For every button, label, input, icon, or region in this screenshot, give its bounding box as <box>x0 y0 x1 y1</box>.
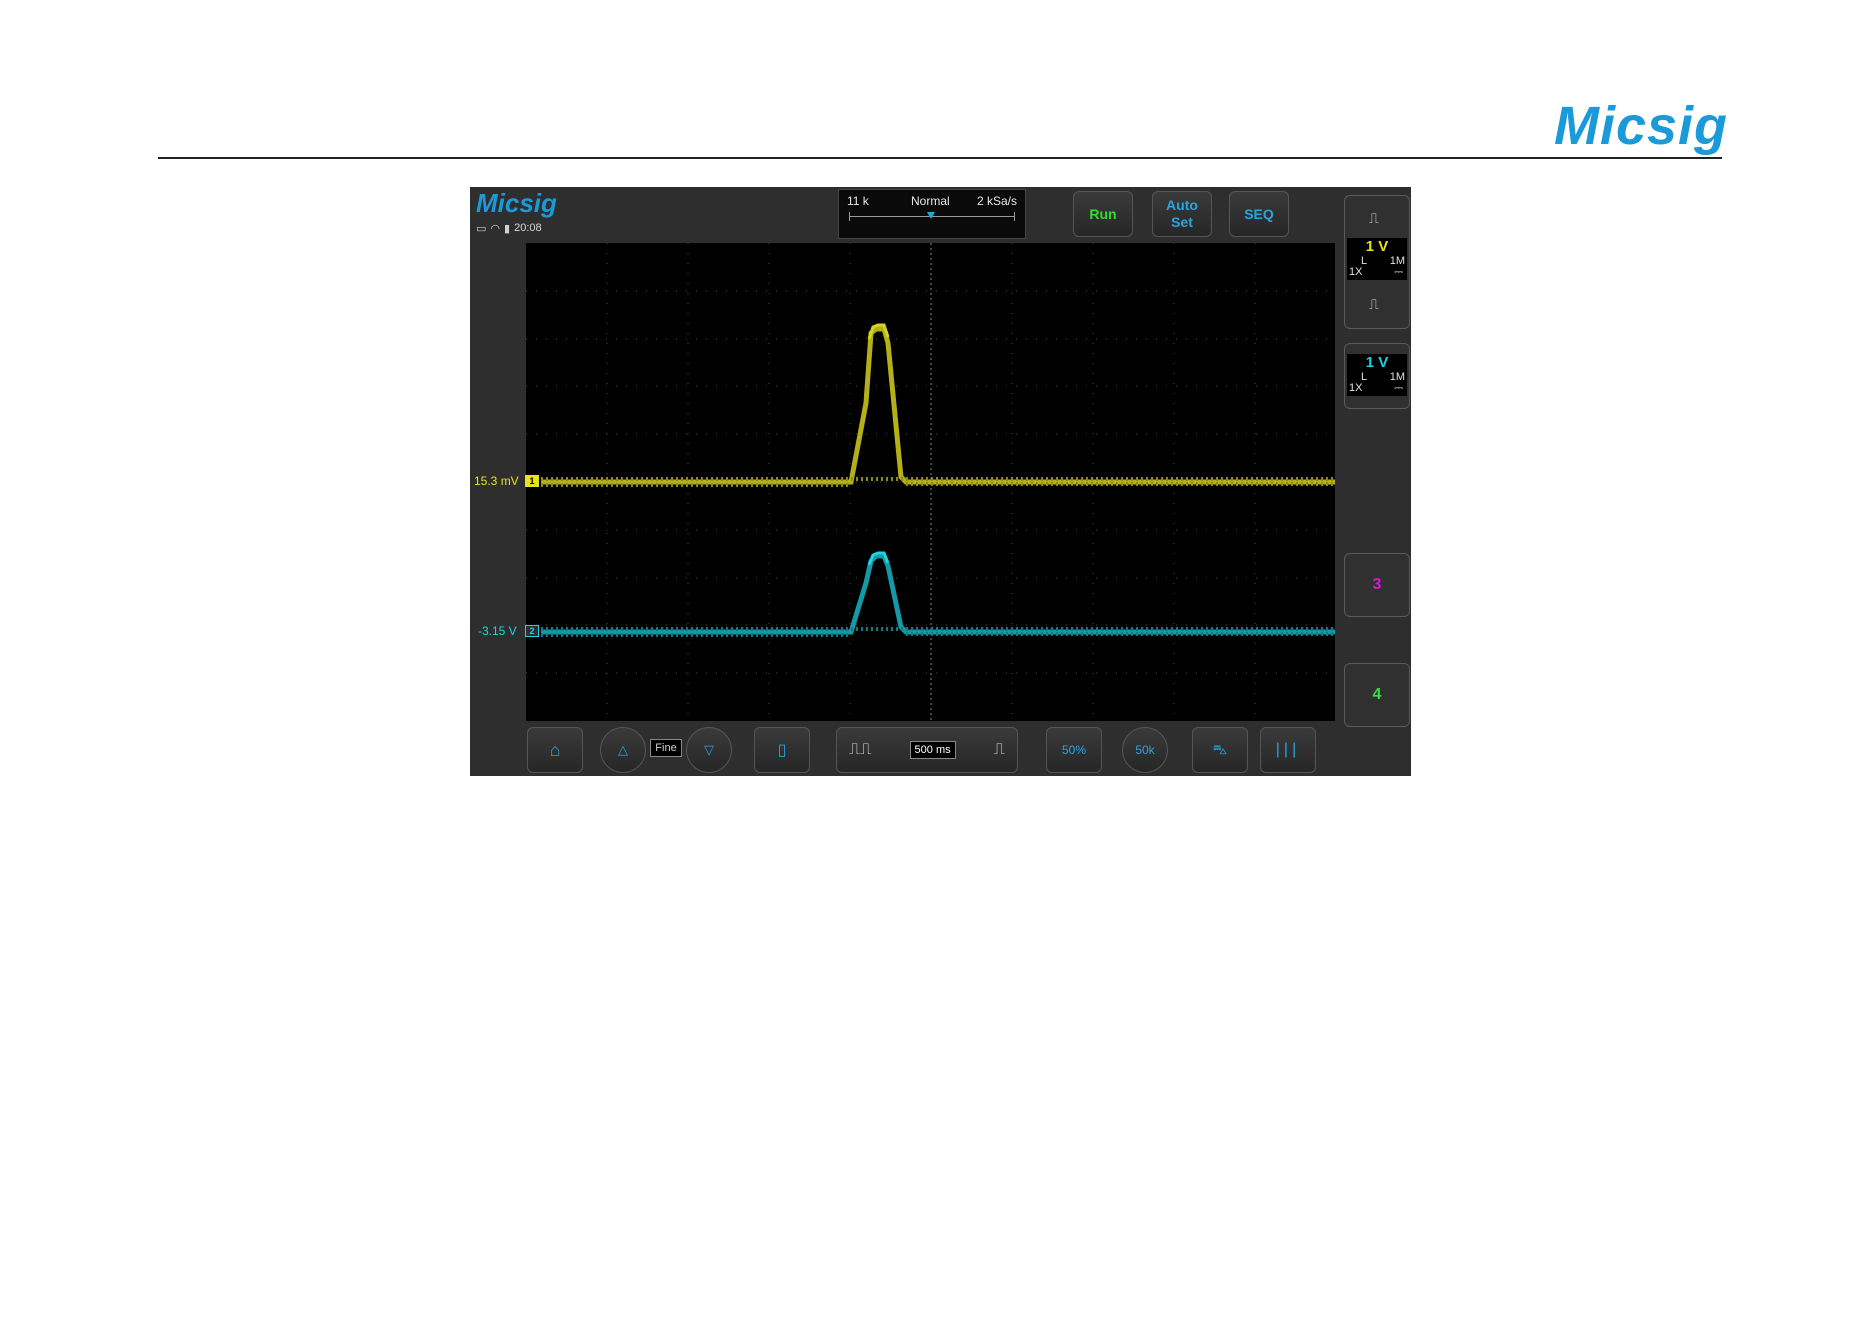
channel-2-offset: -3.15 V <box>478 624 517 638</box>
arrow-down-icon: ▽ <box>704 742 714 757</box>
home-icon: ⌂ <box>549 739 561 760</box>
header-divider <box>158 157 1722 159</box>
channel-2-scale: 1 V <box>1365 354 1389 371</box>
channel-2-scale-box[interactable]: 1 V L 1M 1X ⎓ <box>1347 354 1407 396</box>
pulse-wide-icon: ⎍ <box>1369 296 1379 312</box>
micsig-logo: Micsig <box>1554 96 1729 156</box>
channel-1-trace <box>541 326 1335 485</box>
auto-set-line1: Auto <box>1166 197 1198 213</box>
channel-2-dc-icon: ⎓ <box>1394 382 1403 394</box>
memory-position-marker <box>927 212 935 219</box>
cursor-button[interactable]: ||| <box>1260 727 1316 773</box>
home-button[interactable]: ⌂ <box>527 727 583 773</box>
pulse-narrow-icon[interactable]: ⎍ <box>994 741 1005 759</box>
timebase-control[interactable]: ⎍⎍ 500 ms ⎍ <box>836 727 1018 773</box>
channel-2-probe: 1X <box>1349 382 1363 394</box>
save-button[interactable]: ▯ <box>754 727 810 773</box>
channel-1-scale-box[interactable]: 1 V L 1M 1X ⎓ <box>1347 238 1407 280</box>
channel-1-probe: 1X <box>1349 266 1363 278</box>
battery-icon: ▮ <box>504 222 511 235</box>
channel-2-panel[interactable]: 1 V L 1M 1X ⎓ <box>1344 343 1410 409</box>
arrow-up-button[interactable]: △ <box>600 727 646 773</box>
scope-brand-logo: Micsig <box>476 188 557 218</box>
car-icon: ⛍ <box>1212 740 1228 757</box>
channel-1-dc-icon: ⎓ <box>1394 266 1403 278</box>
run-button[interactable]: Run <box>1073 191 1133 237</box>
sample-rate: 2 kSa/s <box>976 194 1017 208</box>
cursor-icon: ||| <box>1275 741 1301 758</box>
oscilloscope-screen: Micsig ▭ ◠ ▮ 20:08 11 k Normal 2 kSa/s R… <box>470 187 1411 776</box>
pulse-narrow-icon: ⎍ <box>1369 210 1379 226</box>
save-icon: ▯ <box>777 742 787 759</box>
channel-1-offset: 15.3 mV <box>474 474 519 488</box>
memory-depth: 11 k <box>847 194 869 208</box>
fifty-percent-button[interactable]: 50% <box>1046 727 1102 773</box>
channel-3-button[interactable]: 3 <box>1344 553 1410 617</box>
timebase-value: 500 ms <box>909 741 956 759</box>
document-page: Micsig Micsig ▭ ◠ ▮ 20:08 11 k Normal 2 … <box>0 0 1872 1324</box>
wifi-icon: ◠ <box>490 222 501 235</box>
channel-1-scale: 1 V <box>1365 238 1389 255</box>
auto-measure-button[interactable]: 50k <box>1122 727 1168 773</box>
memory-bar-start <box>849 212 850 221</box>
fine-toggle[interactable]: Fine <box>650 739 682 757</box>
channel-2-trace <box>541 553 1335 635</box>
seq-button[interactable]: SEQ <box>1229 191 1289 237</box>
channel-1-marker[interactable]: 1 <box>525 475 539 487</box>
acquisition-panel[interactable]: 11 k Normal 2 kSa/s <box>838 189 1026 239</box>
auto-set-line2: Set <box>1171 214 1193 230</box>
arrow-up-icon: △ <box>618 742 628 757</box>
pulse-wide-icon[interactable]: ⎍⎍ <box>849 741 871 759</box>
waveform-grid[interactable] <box>526 243 1335 721</box>
channel-1-panel[interactable]: ⎍ 1 V L 1M 1X ⎓ ⎍ <box>1344 195 1410 329</box>
car-button[interactable]: ⛍ <box>1192 727 1248 773</box>
channel-2-marker[interactable]: 2 <box>525 625 539 637</box>
channel-4-button[interactable]: 4 <box>1344 663 1410 727</box>
clock: 20:08 <box>514 222 542 234</box>
auto-set-button[interactable]: Auto Set <box>1152 191 1212 237</box>
trigger-mode: Normal <box>911 194 950 208</box>
memory-bar-end <box>1014 212 1015 221</box>
status-bar: ▭ ◠ ▮ 20:08 <box>476 220 542 236</box>
arrow-down-button[interactable]: ▽ <box>686 727 732 773</box>
screen-icon: ▭ <box>476 222 487 235</box>
